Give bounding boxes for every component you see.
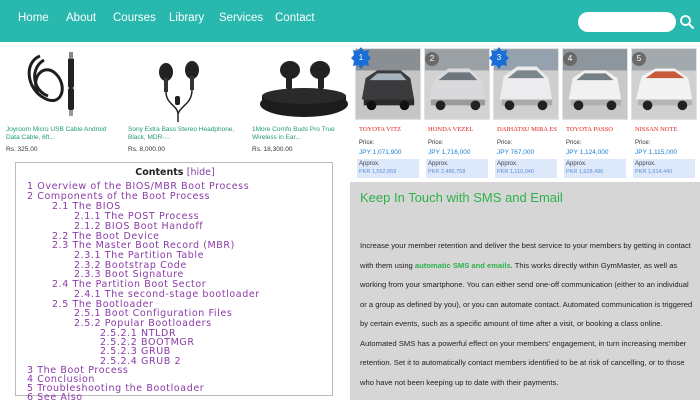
toc-hide-link[interactable]: [hide] <box>187 167 215 178</box>
price-label: Price: <box>428 140 444 146</box>
car-price: JPY 1,716,000 <box>428 149 471 156</box>
approx-label: Approx. <box>566 161 587 167</box>
rank-number: 2 <box>425 52 439 66</box>
nav-home[interactable]: Home <box>18 12 49 24</box>
product-card[interactable]: 1More Comfo Buds Pro True Wireless in Ea… <box>246 42 364 158</box>
wireless-earbuds-image <box>260 61 348 117</box>
approx-price-box: Approx. PKR 1,614,440 <box>633 159 695 178</box>
product-price: Rs. 325.00 <box>6 146 38 153</box>
toc-item[interactable]: 6 See Also <box>27 392 83 403</box>
approx-price-box: Approx. PKR 1,552,659 <box>357 159 419 178</box>
product-card[interactable]: Joyroom Micro USB Cable Android Data Cab… <box>0 42 118 158</box>
approx-label: Approx. <box>428 161 449 167</box>
car-card[interactable]: 3 DAIHATSU MIRA ES Price: JPY 767,000 Ap… <box>489 46 559 182</box>
approx-label: Approx. <box>359 161 380 167</box>
rank-number: 1 <box>358 53 364 62</box>
approx-label: Approx. <box>635 161 656 167</box>
product-name[interactable]: Sony Extra Bass Stereo Headphone, Black,… <box>128 126 236 142</box>
approx-price: PKR 1,614,440 <box>635 169 673 175</box>
nav-library[interactable]: Library <box>169 12 204 24</box>
section-body: Increase your member retention and deliv… <box>360 236 695 392</box>
car-name[interactable]: NISSAN NOTE <box>635 126 677 133</box>
approx-price-box: Approx. PKR 2,485,758 <box>426 159 488 178</box>
section-title: Keep In Touch with SMS and Email <box>360 190 563 205</box>
car-name[interactable]: TOYOTA VITZ <box>359 126 401 133</box>
approx-price: PKR 1,110,940 <box>497 169 534 175</box>
approx-price: PKR 1,628,496 <box>566 169 604 175</box>
body-text-end: . This works directly within GymMaster, … <box>360 260 693 387</box>
nav-contact[interactable]: Contact <box>275 12 315 24</box>
car-card[interactable]: 5 NISSAN NOTE Price: JPY 1,115,000 Appro… <box>631 46 697 182</box>
car-card[interactable]: 1 TOYOTA VITZ Price: JPY 1,071,900 Appro… <box>351 46 421 182</box>
rank-number: 4 <box>563 52 577 66</box>
approx-price-box: Approx. PKR 1,110,940 <box>495 159 557 178</box>
approx-label: Approx. <box>497 161 518 167</box>
toc-heading: Contents [hide] <box>16 167 334 178</box>
product-name[interactable]: Joyroom Micro USB Cable Android Data Cab… <box>6 126 114 142</box>
car-price: JPY 767,000 <box>497 149 535 156</box>
car-card[interactable]: 4 TOYOTA PASSO Price: JPY 1,124,000 Appr… <box>562 46 628 182</box>
product-card[interactable]: Sony Extra Bass Stereo Headphone, Black,… <box>122 42 240 158</box>
car-name[interactable]: TOYOTA PASSO <box>566 126 613 133</box>
toc-title: Contents <box>135 167 184 178</box>
car-price: JPY 1,124,000 <box>566 149 609 156</box>
body-highlight-link[interactable]: automatic SMS and emails <box>415 261 511 270</box>
search-input[interactable] <box>578 12 676 32</box>
car-listing: 1 TOYOTA VITZ Price: JPY 1,071,900 Appro… <box>350 42 700 182</box>
table-of-contents: Contents [hide] 1 Overview of the BIOS/M… <box>15 162 334 403</box>
rank-number: 3 <box>496 53 502 62</box>
nav-about[interactable]: About <box>66 12 96 24</box>
car-card[interactable]: 2 HONDA VEZEL Price: JPY 1,716,000 Appro… <box>424 46 490 182</box>
car-name[interactable]: HONDA VEZEL <box>428 126 473 133</box>
product-price: Rs. 18,300.00 <box>252 146 293 153</box>
price-label: Price: <box>566 140 582 146</box>
rank-number: 5 <box>632 52 646 66</box>
price-label: Price: <box>497 140 513 146</box>
car-price: JPY 1,071,900 <box>359 149 402 156</box>
sms-email-section: Keep In Touch with SMS and Email Increas… <box>350 182 700 400</box>
top-navbar: Home About Courses Library Services Cont… <box>0 0 700 42</box>
product-name[interactable]: 1More Comfo Buds Pro True Wireless in Ea… <box>252 126 360 142</box>
price-label: Price: <box>359 140 375 146</box>
search-icon[interactable] <box>679 14 695 30</box>
approx-price: PKR 1,552,659 <box>359 169 397 175</box>
usb-cable-image <box>27 52 74 116</box>
nav-courses[interactable]: Courses <box>113 12 156 24</box>
price-label: Price: <box>635 140 651 146</box>
nav-services[interactable]: Services <box>219 12 263 24</box>
wired-earphones-image <box>159 61 199 122</box>
car-name[interactable]: DAIHATSU MIRA ES <box>497 126 557 133</box>
product-price: Rs. 8,000.00 <box>128 146 165 153</box>
product-strip: Joyroom Micro USB Cable Android Data Cab… <box>0 42 350 158</box>
approx-price: PKR 2,485,758 <box>428 169 466 175</box>
approx-price-box: Approx. PKR 1,628,496 <box>564 159 626 178</box>
car-price: JPY 1,115,000 <box>635 149 678 156</box>
